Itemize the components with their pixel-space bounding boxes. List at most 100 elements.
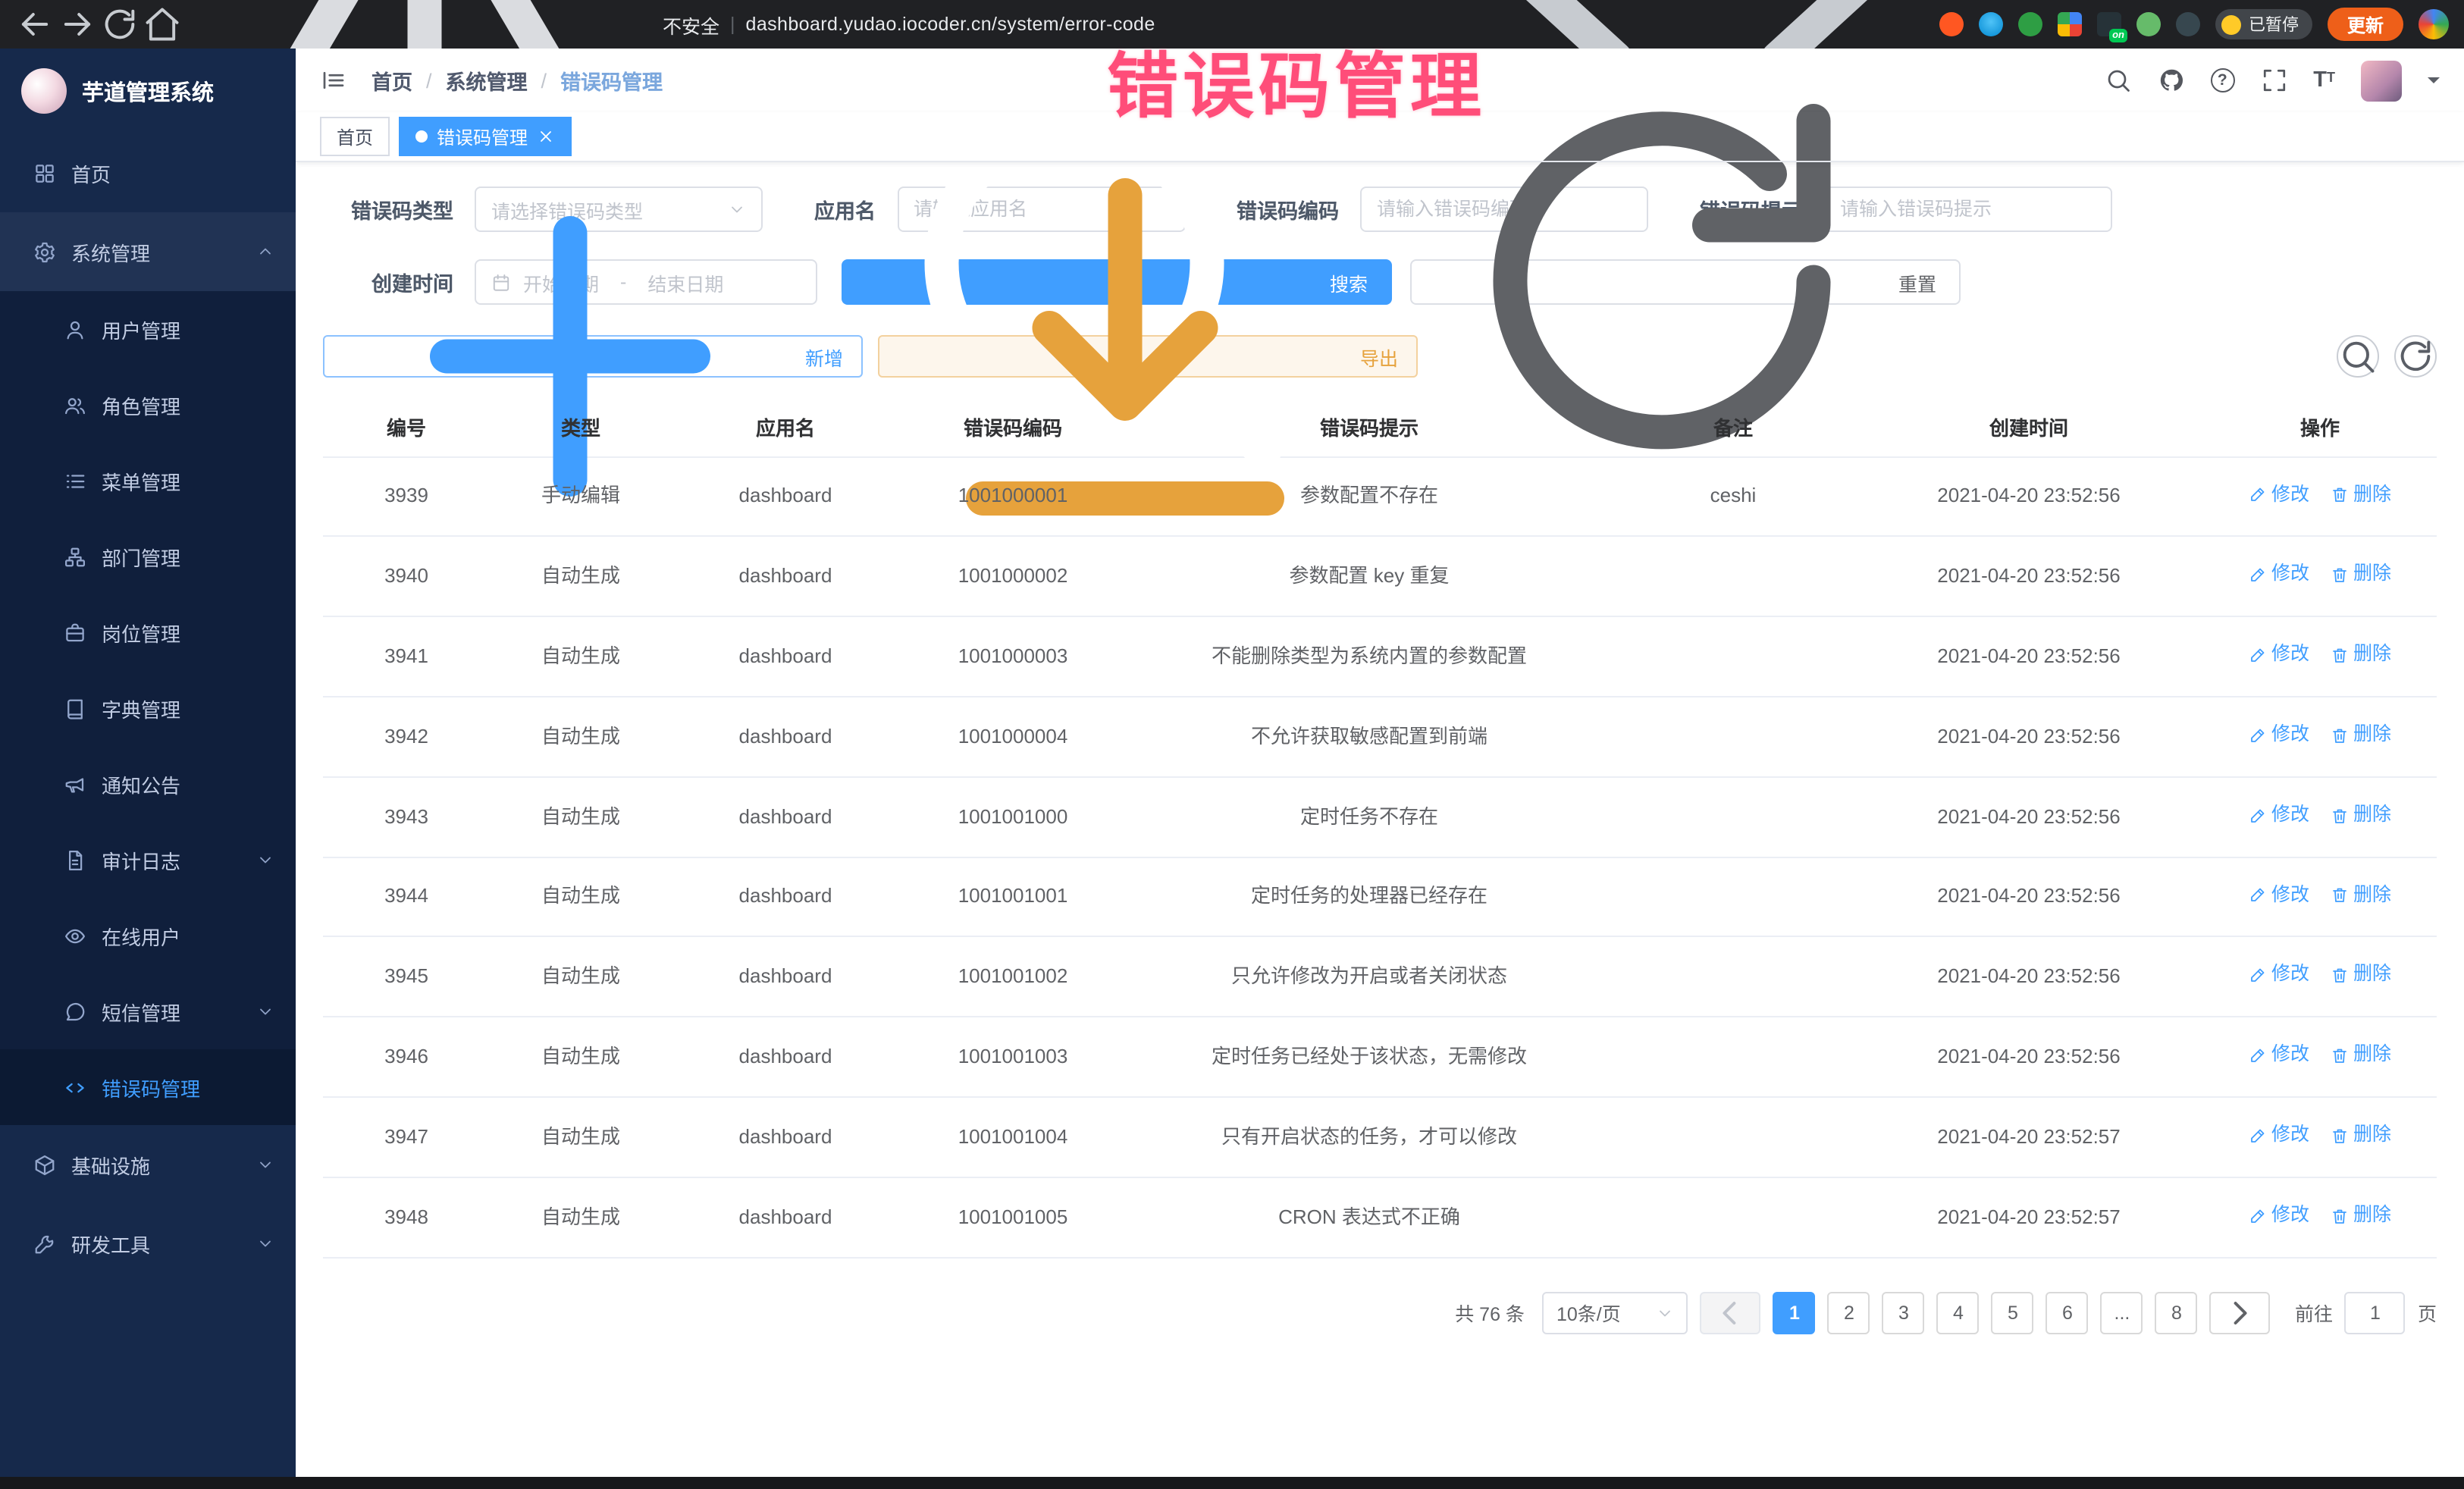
edit-button[interactable]: 修改 bbox=[2249, 560, 2309, 590]
help-icon[interactable]: ? bbox=[2210, 68, 2234, 92]
app-logo[interactable]: 芋道管理系统 bbox=[0, 49, 296, 133]
delete-button[interactable]: 删除 bbox=[2331, 1041, 2391, 1071]
sidebar-item-1[interactable]: 系统管理 bbox=[0, 212, 296, 291]
hamburger-icon[interactable] bbox=[320, 67, 347, 94]
fullscreen-icon[interactable] bbox=[2260, 67, 2287, 94]
delete-button[interactable]: 删除 bbox=[2331, 480, 2391, 509]
back-button[interactable] bbox=[15, 5, 55, 44]
table-row: 3942自动生成dashboard1001000004不允许获取敏感配置到前端2… bbox=[323, 697, 2437, 777]
edit-button[interactable]: 修改 bbox=[2249, 1121, 2309, 1150]
eye-icon bbox=[64, 924, 86, 947]
edit-button[interactable]: 修改 bbox=[2249, 640, 2309, 669]
extension-icon[interactable] bbox=[2058, 12, 2082, 36]
header-actions: ? TT bbox=[2104, 60, 2440, 101]
sidebar-item-9[interactable]: 审计日志 bbox=[0, 822, 296, 898]
next-page-button[interactable] bbox=[2210, 1292, 2271, 1334]
sidebar-item-4[interactable]: 菜单管理 bbox=[0, 443, 296, 519]
sidebar-item-0[interactable]: 首页 bbox=[0, 133, 296, 212]
edit-button[interactable]: 修改 bbox=[2249, 480, 2309, 509]
search-icon[interactable] bbox=[2104, 67, 2131, 94]
sidebar-item-6[interactable]: 岗位管理 bbox=[0, 594, 296, 670]
home-button[interactable] bbox=[143, 5, 182, 44]
cell-time: 2021-04-20 23:52:56 bbox=[1854, 777, 2203, 857]
edit-button[interactable]: 修改 bbox=[2249, 801, 2309, 830]
sidebar-item-8[interactable]: 通知公告 bbox=[0, 746, 296, 822]
cell-actions: 修改删除 bbox=[2203, 1097, 2437, 1177]
add-button[interactable]: 新增 bbox=[323, 335, 863, 378]
page-button-6[interactable]: 6 bbox=[2046, 1292, 2089, 1334]
cell-code: 1001000004 bbox=[899, 697, 1127, 777]
page-button-1[interactable]: 1 bbox=[1773, 1292, 1816, 1334]
page-button-5[interactable]: 5 bbox=[1992, 1292, 2034, 1334]
cell-actions: 修改删除 bbox=[2203, 616, 2437, 697]
breadcrumb-home[interactable]: 首页 bbox=[371, 65, 412, 96]
sidebar-item-3[interactable]: 角色管理 bbox=[0, 367, 296, 443]
sidebar-item-14[interactable]: 研发工具 bbox=[0, 1204, 296, 1283]
sidebar-item-11[interactable]: 短信管理 bbox=[0, 973, 296, 1049]
extension-icon[interactable]: on bbox=[2097, 12, 2121, 36]
cell-remark bbox=[1612, 1017, 1854, 1098]
update-button[interactable]: 更新 bbox=[2328, 8, 2403, 41]
chevron-down-icon[interactable] bbox=[2428, 77, 2440, 89]
forward-button[interactable] bbox=[58, 5, 97, 44]
export-button[interactable]: 导出 bbox=[878, 335, 1418, 378]
sidebar-item-label: 部门管理 bbox=[102, 542, 274, 571]
user-avatar[interactable] bbox=[2361, 60, 2402, 101]
page-button-2[interactable]: 2 bbox=[1828, 1292, 1870, 1334]
edit-button[interactable]: 修改 bbox=[2249, 880, 2309, 910]
extension-icon[interactable] bbox=[2136, 12, 2161, 36]
delete-button[interactable]: 删除 bbox=[2331, 1201, 2391, 1230]
reload-button[interactable] bbox=[100, 5, 140, 44]
sidebar-item-2[interactable]: 用户管理 bbox=[0, 291, 296, 367]
edit-button[interactable]: 修改 bbox=[2249, 1201, 2309, 1230]
refresh-table-button[interactable] bbox=[2394, 335, 2437, 378]
tab-home[interactable]: 首页 bbox=[320, 117, 390, 156]
edit-button[interactable]: 修改 bbox=[2249, 961, 2309, 990]
reset-button[interactable]: 重置 bbox=[1410, 259, 1961, 305]
chevron-down-icon bbox=[256, 851, 274, 869]
toggle-search-button[interactable] bbox=[2337, 335, 2379, 378]
cell-time: 2021-04-20 23:52:56 bbox=[1854, 537, 2203, 617]
gear-icon bbox=[33, 240, 56, 263]
edit-button[interactable]: 修改 bbox=[2249, 720, 2309, 750]
font-size-icon[interactable]: TT bbox=[2313, 70, 2335, 92]
sidebar-item-7[interactable]: 字典管理 bbox=[0, 670, 296, 746]
chevron-down-icon bbox=[256, 1234, 274, 1252]
page-button-3[interactable]: 3 bbox=[1882, 1292, 1925, 1334]
cell-actions: 修改删除 bbox=[2203, 777, 2437, 857]
page-size-select[interactable]: 10条/页 bbox=[1543, 1292, 1688, 1334]
cell-app: dashboard bbox=[672, 1177, 899, 1258]
delete-button[interactable]: 删除 bbox=[2331, 1121, 2391, 1150]
delete-button[interactable]: 删除 bbox=[2331, 961, 2391, 990]
extension-icon[interactable] bbox=[1939, 12, 1964, 36]
close-tab-icon[interactable] bbox=[537, 127, 555, 146]
goto-page-input[interactable] bbox=[2345, 1292, 2406, 1334]
delete-button[interactable]: 删除 bbox=[2331, 801, 2391, 830]
tab-error-code[interactable]: 错误码管理 bbox=[399, 117, 572, 156]
sidebar-item-label: 角色管理 bbox=[102, 390, 274, 419]
sidebar-item-13[interactable]: 基础设施 bbox=[0, 1125, 296, 1204]
table-toolbar: 新增 导出 bbox=[323, 335, 2437, 378]
extension-icon[interactable] bbox=[1979, 12, 2003, 36]
sidebar-item-12[interactable]: 错误码管理 bbox=[0, 1049, 296, 1125]
delete-button[interactable]: 删除 bbox=[2331, 880, 2391, 910]
page-button-4[interactable]: 4 bbox=[1937, 1292, 1980, 1334]
extension-icon[interactable] bbox=[2018, 12, 2042, 36]
cell-message: 只允许修改为开启或者关闭状态 bbox=[1127, 937, 1612, 1017]
edit-button[interactable]: 修改 bbox=[2249, 1041, 2309, 1071]
delete-button[interactable]: 删除 bbox=[2331, 720, 2391, 750]
browser-profile-avatar[interactable] bbox=[2419, 9, 2449, 39]
breadcrumb-system[interactable]: 系统管理 bbox=[446, 65, 528, 96]
more-pages-button[interactable]: ... bbox=[2101, 1292, 2143, 1334]
extension-icon[interactable] bbox=[2176, 12, 2200, 36]
delete-button[interactable]: 删除 bbox=[2331, 640, 2391, 669]
github-icon[interactable] bbox=[2157, 67, 2184, 94]
sidebar-item-10[interactable]: 在线用户 bbox=[0, 898, 296, 973]
page-button-8[interactable]: 8 bbox=[2155, 1292, 2198, 1334]
delete-button[interactable]: 删除 bbox=[2331, 560, 2391, 590]
tab-paused-badge[interactable]: 已暂停 bbox=[2215, 9, 2312, 39]
prev-page-button[interactable] bbox=[1701, 1292, 1761, 1334]
sidebar-item-5[interactable]: 部门管理 bbox=[0, 519, 296, 594]
cell-app: dashboard bbox=[672, 857, 899, 937]
chevron-up-icon bbox=[256, 243, 274, 261]
